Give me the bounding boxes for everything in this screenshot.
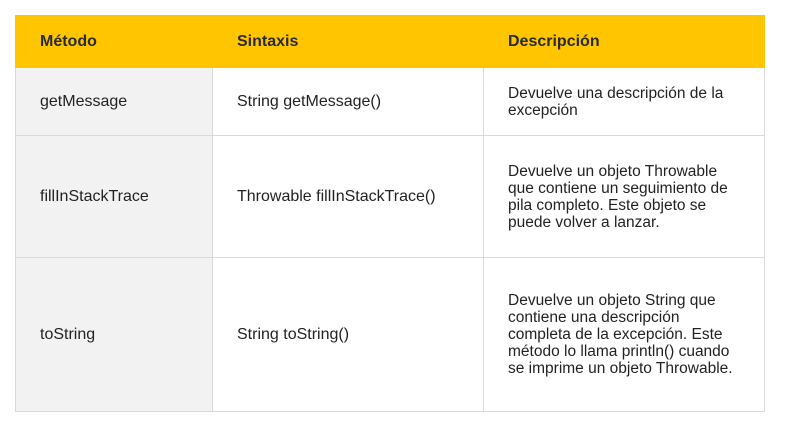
exception-methods-table: Método Sintaxis Descripción getMessage S… (15, 15, 765, 412)
syntax-cell: Throwable fillInStackTrace() (212, 135, 484, 258)
header-description: Descripción (483, 15, 765, 68)
method-cell: fillInStackTrace (15, 135, 213, 258)
header-syntax: Sintaxis (212, 15, 484, 68)
syntax-cell: String getMessage() (212, 67, 484, 136)
header-method: Método (15, 15, 213, 68)
description-cell: Devuelve un objeto String que contiene u… (483, 257, 765, 412)
method-cell: toString (15, 257, 213, 412)
description-cell: Devuelve un objeto Throwable que contien… (483, 135, 765, 258)
table-row: getMessage String getMessage() Devuelve … (15, 67, 765, 136)
table-row: fillInStackTrace Throwable fillInStackTr… (15, 135, 765, 258)
syntax-cell: String toString() (212, 257, 484, 412)
table-row: toString String toString() Devuelve un o… (15, 257, 765, 412)
header-row: Método Sintaxis Descripción (15, 15, 765, 68)
table-body: getMessage String getMessage() Devuelve … (15, 67, 765, 412)
table-header: Método Sintaxis Descripción (15, 15, 765, 68)
method-cell: getMessage (15, 67, 213, 136)
description-cell: Devuelve una descripción de la excepción (483, 67, 765, 136)
